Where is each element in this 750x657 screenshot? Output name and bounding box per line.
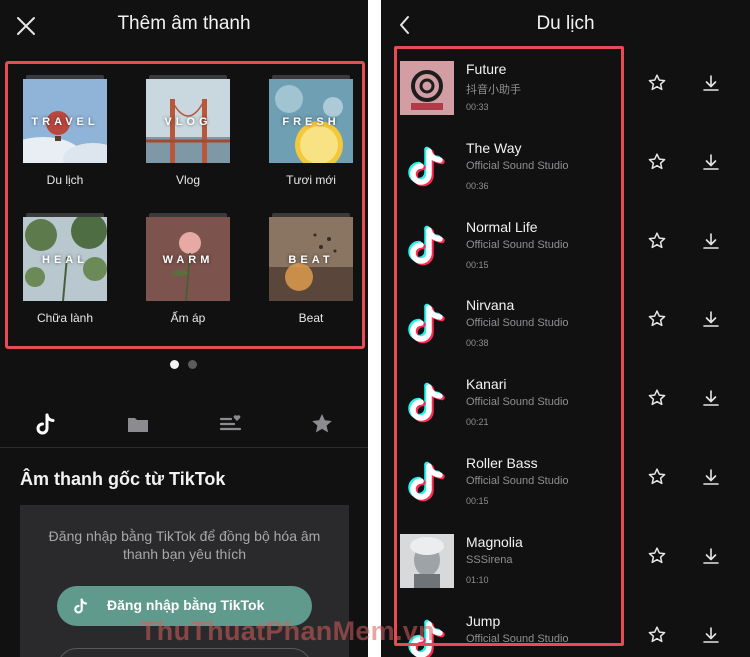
star-icon[interactable]: [647, 388, 667, 408]
category-grid: TRAVEL Du lịch VLOG Vlog FRESH Tươi mới …: [5, 61, 365, 349]
download-icon[interactable]: [701, 625, 721, 645]
download-icon[interactable]: [701, 388, 721, 408]
category-label: Du lịch: [46, 173, 84, 187]
category-heal[interactable]: HEAL Chữa lành: [20, 213, 110, 325]
page-dot-active[interactable]: [170, 360, 179, 369]
download-icon[interactable]: [701, 152, 721, 172]
star-icon[interactable]: [647, 625, 667, 645]
section-title: Âm thanh gốc từ TikTok: [20, 469, 226, 489]
page-title: Du lịch: [536, 13, 595, 34]
category-image-travel: TRAVEL: [23, 79, 107, 163]
star-icon[interactable]: [647, 546, 667, 566]
login-button-label: Đăng nhập bằng TikTok: [107, 597, 265, 613]
category-label: Ấm áp: [170, 311, 206, 325]
category-travel[interactable]: TRAVEL Du lịch: [20, 75, 110, 187]
category-vlog[interactable]: VLOG Vlog: [143, 75, 233, 187]
tiktok-icon[interactable]: [32, 410, 60, 438]
category-beat[interactable]: BEAT Beat: [266, 213, 356, 325]
login-description: Đăng nhập bằng TikTok để đồng bộ hóa âm …: [48, 528, 321, 562]
secondary-button[interactable]: [57, 648, 312, 657]
tiktok-icon: [74, 598, 88, 614]
category-image-heal: HEAL: [23, 217, 107, 301]
download-icon[interactable]: [701, 546, 721, 566]
category-label: Beat: [298, 311, 324, 325]
page-title: Thêm âm thanh: [117, 13, 251, 34]
highlight-box: [394, 46, 624, 646]
category-label: Chữa lành: [36, 311, 94, 325]
star-icon[interactable]: [647, 309, 667, 329]
download-icon[interactable]: [701, 73, 721, 93]
download-icon[interactable]: [701, 231, 721, 251]
category-image-beat: BEAT: [269, 217, 353, 301]
category-track-list-panel: Du lịch Future 抖音小助手 00:33 The Way Official …: [381, 0, 750, 657]
category-label: Tươi mới: [286, 173, 336, 187]
download-icon[interactable]: [701, 309, 721, 329]
star-icon[interactable]: [647, 152, 667, 172]
watermark: ThuThuatPhanMem.vn: [140, 616, 435, 646]
star-icon[interactable]: [647, 73, 667, 93]
category-label: Vlog: [175, 173, 201, 187]
category-image-warm: WARM: [146, 217, 230, 301]
download-icon[interactable]: [701, 467, 721, 487]
folder-icon[interactable]: [124, 410, 152, 438]
playlist-favorite-icon[interactable]: [216, 410, 244, 438]
page-indicator: [170, 356, 206, 374]
add-sound-panel: Thêm âm thanh TRAVEL Du lịch VLOG Vlog F…: [0, 0, 368, 657]
source-tabs: [0, 400, 368, 448]
category-warm[interactable]: WARM Ấm áp: [143, 213, 233, 325]
category-image-fresh: FRESH: [269, 79, 353, 163]
category-image-vlog: VLOG: [146, 79, 230, 163]
star-icon[interactable]: [647, 467, 667, 487]
category-fresh[interactable]: FRESH Tươi mới: [266, 75, 356, 187]
star-icon[interactable]: [647, 231, 667, 251]
page-dot[interactable]: [188, 360, 197, 369]
star-icon[interactable]: [308, 410, 336, 438]
